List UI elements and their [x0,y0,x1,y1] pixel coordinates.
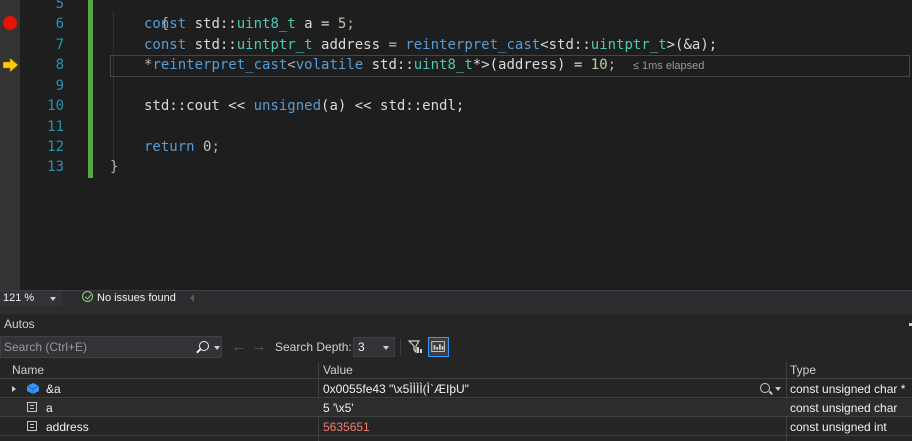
toolbar-separator [400,339,401,355]
table-row[interactable]: a 5 '\x5' const unsigned char [0,399,912,417]
issues-indicator[interactable]: No issues found [82,291,176,306]
code-line-6: const std::uint8_t a = 5; [144,16,355,32]
line-number: 7 [55,37,64,53]
row-value[interactable]: 0x0055fe43 "\x5ÌÌÌÌ(Ì`ÆIþU" [323,382,469,396]
object-icon [27,383,39,394]
column-header-name[interactable]: Name [12,363,44,377]
search-depth-dropdown[interactable]: 3 [353,337,395,357]
pin-filter-icon[interactable] [406,338,424,356]
search-depth-value: 3 [358,340,365,354]
grid-header: Name Value Type [0,362,912,379]
expand-arrow-icon[interactable] [12,386,16,392]
line-number: 6 [55,16,64,32]
search-next-button[interactable]: → [250,338,268,356]
row-type: const unsigned char * [790,382,906,396]
zoom-dropdown[interactable]: 121 % [0,291,62,306]
chevron-down-icon [383,346,389,350]
hex-display-icon[interactable] [428,337,449,357]
panel-splitter[interactable] [0,306,912,314]
row-name: &a [46,382,61,396]
zoom-value: 121 % [3,292,35,304]
code-line-7: const std::uintptr_t address = reinterpr… [144,37,718,53]
row-type: const unsigned int [790,420,887,434]
autos-window: Autos ← → Search Depth: 3 Na [0,314,912,441]
code-line-13: } [110,159,119,175]
field-icon [27,421,37,431]
row-value[interactable]: 5635651 [323,420,370,434]
glyph-margin[interactable] [0,0,20,290]
line-number: 12 [47,139,64,155]
search-box[interactable] [0,336,222,358]
row-value[interactable]: 5 '\x5' [323,401,354,415]
line-number: 11 [47,119,64,135]
search-input[interactable] [4,339,190,355]
check-circle-icon [82,291,93,302]
code-editor[interactable]: 5 6 7 8 9 10 11 12 13 { const std::uint8… [0,0,912,290]
line-number: 10 [47,98,64,114]
line-number: 8 [55,57,64,73]
text-visualizer-icon[interactable] [760,383,770,393]
chevron-down-icon [50,297,56,301]
code-line-12: return 0; [144,139,220,155]
chevron-down-icon[interactable] [775,387,781,391]
row-type: const unsigned char [790,401,898,415]
line-number: 5 [55,0,64,12]
search-previous-button[interactable]: ← [230,338,248,356]
field-icon [27,402,37,412]
chevron-down-icon[interactable] [214,346,220,350]
table-row[interactable]: &a 0x0055fe43 "\x5ÌÌÌÌ(Ì`ÆIþU" const uns… [0,380,912,398]
column-header-value[interactable]: Value [323,363,353,377]
column-header-type[interactable]: Type [790,363,816,377]
line-numbers: 5 6 7 8 9 10 11 12 13 [20,0,68,290]
code-line-5: { [160,16,170,32]
search-depth-label: Search Depth: [275,340,352,354]
line-number: 13 [47,159,64,175]
editor-status-strip: 121 % No issues found [0,290,912,306]
search-icon[interactable] [199,341,209,351]
perf-tip[interactable]: ≤ 1ms elapsed [633,60,704,72]
breakpoint-icon[interactable] [3,16,17,30]
row-name: address [46,420,89,434]
code-line-10: std::cout << unsigned(a) << std::endl; [144,98,465,114]
row-name: a [46,401,53,415]
autos-title: Autos [4,317,35,331]
issues-text: No issues found [97,292,176,304]
chevron-left-icon[interactable] [190,294,194,302]
change-tracking-bar [88,0,93,178]
code-line-8: *reinterpret_cast<volatile std::uint8_t*… [144,57,705,73]
autos-toolbar: ← → Search Depth: 3 [0,336,912,360]
code-area[interactable]: { const std::uint8_t a = 5; const std::u… [100,0,910,290]
autos-grid[interactable]: Name Value Type &a 0x0055fe43 "\x5ÌÌÌÌ(Ì… [0,362,912,441]
horizontal-scrollbar[interactable] [258,294,912,303]
table-row[interactable]: address 5635651 const unsigned int [0,418,912,436]
line-number: 9 [55,78,64,94]
instruction-pointer-icon [3,58,18,72]
